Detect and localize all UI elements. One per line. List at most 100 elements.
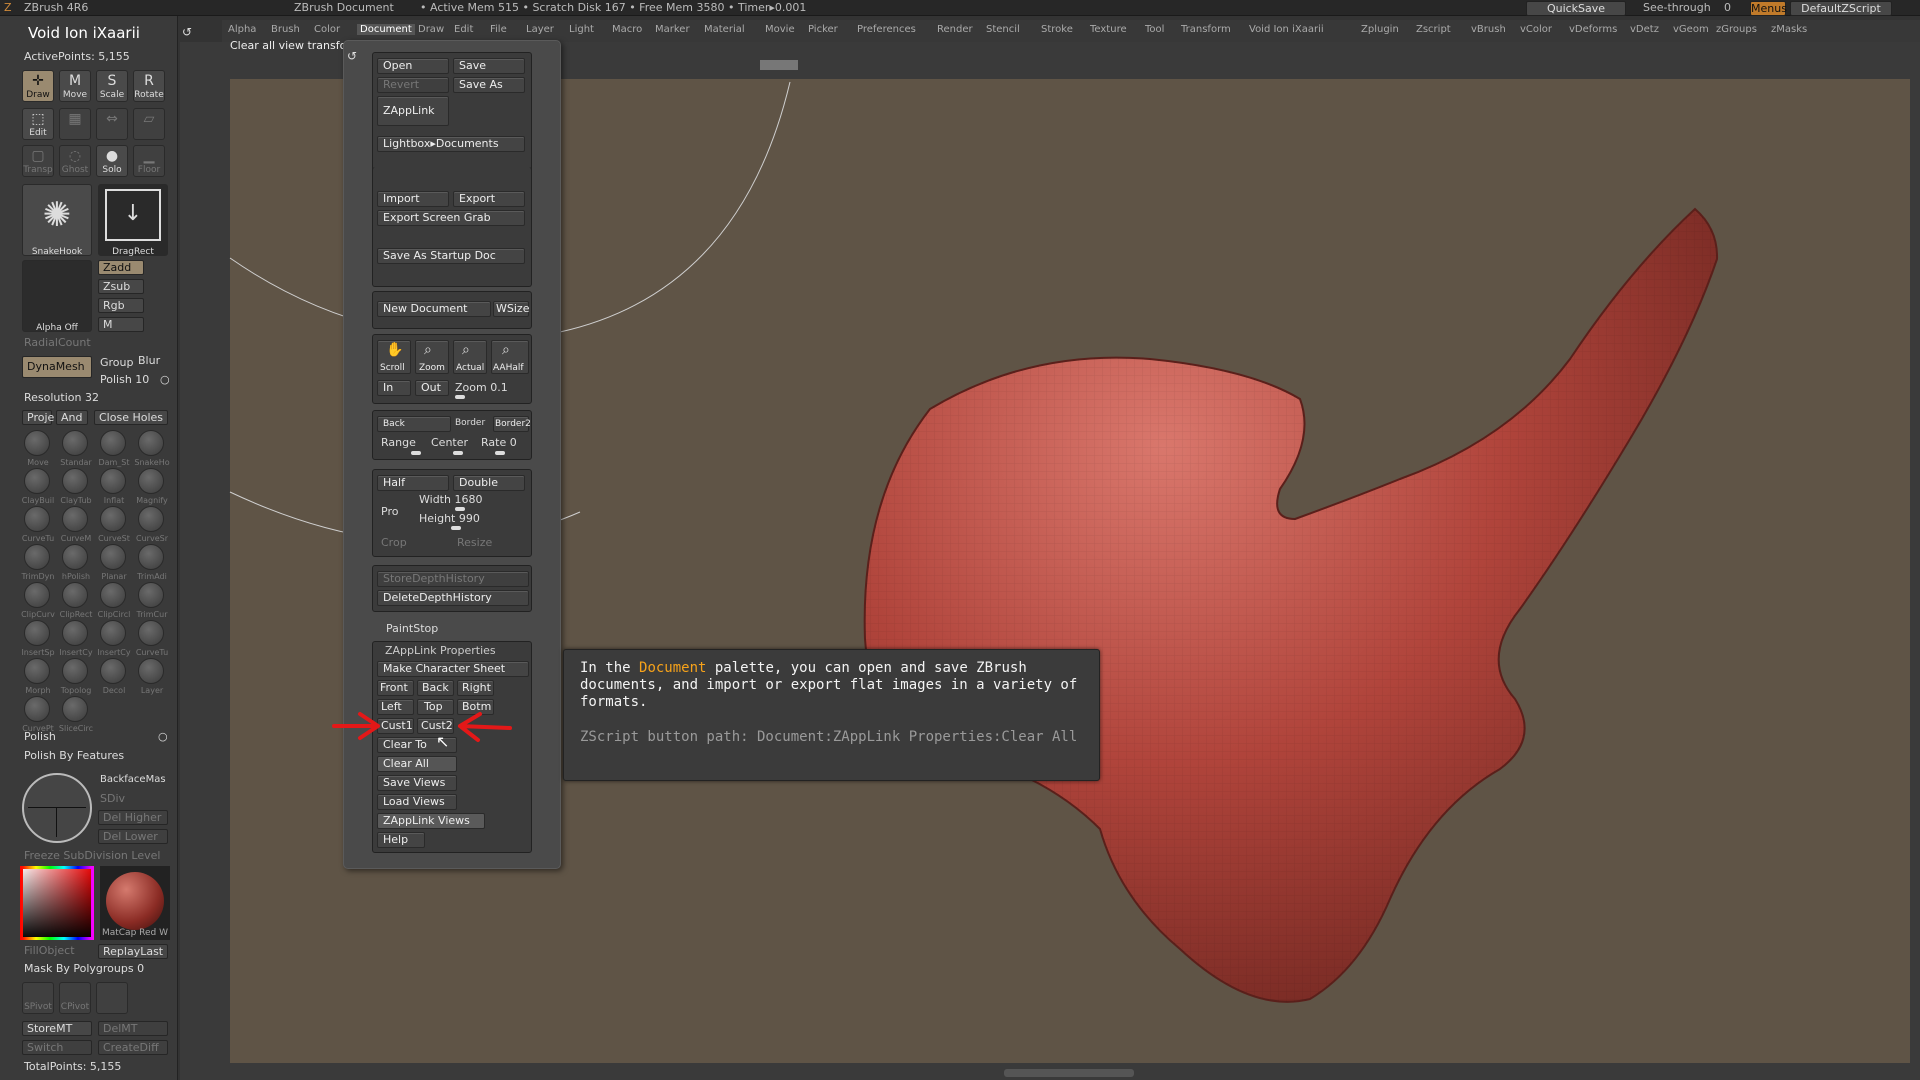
menu-marker[interactable]: Marker: [655, 24, 690, 35]
aahalf-button[interactable]: ⌕ AAHalf: [491, 340, 529, 374]
zoom-slider-knob[interactable]: [455, 395, 465, 399]
and-button[interactable]: And: [56, 410, 88, 425]
width-knob[interactable]: [455, 507, 465, 511]
alpha-thumbnail[interactable]: Alpha Off: [22, 260, 92, 333]
zoom-button[interactable]: ⌕ Zoom: [415, 340, 449, 374]
menu-color[interactable]: Color: [314, 24, 340, 35]
brush-curvest[interactable]: CurveSt: [98, 506, 130, 543]
front-view-button[interactable]: Front: [377, 680, 414, 696]
menu-light[interactable]: Light: [569, 24, 594, 35]
rgb-button[interactable]: Rgb: [98, 298, 144, 313]
menu-layer[interactable]: Layer: [526, 24, 554, 35]
export-button[interactable]: Export: [453, 191, 525, 207]
back-color-button[interactable]: Back: [377, 416, 451, 432]
brush-slicecirc[interactable]: SliceCirc: [59, 696, 93, 733]
polish-circle-icon[interactable]: ○: [160, 373, 170, 386]
del-lower-button[interactable]: Del Lower: [98, 829, 168, 844]
brush-claytub[interactable]: ClayTub: [60, 468, 92, 505]
solo-button[interactable]: ● Solo: [96, 145, 128, 177]
rate-slider[interactable]: Rate 0: [481, 436, 517, 449]
bottom-tray-handle[interactable]: [1004, 1069, 1134, 1077]
menu-zmasks[interactable]: zMasks: [1771, 24, 1807, 35]
actual-button[interactable]: ⌕ Actual: [453, 340, 487, 374]
brush-curvept[interactable]: CurvePt: [22, 696, 54, 733]
edit-button[interactable]: ⬚ Edit: [22, 108, 54, 140]
project-button[interactable]: Proje: [22, 410, 54, 425]
pro-toggle[interactable]: Pro: [381, 505, 398, 518]
persp-button[interactable]: ▱: [133, 108, 165, 140]
rate-knob[interactable]: [495, 451, 505, 455]
rotate-button[interactable]: R Rotate: [133, 70, 165, 102]
zadd-button[interactable]: Zadd: [98, 260, 144, 275]
brush-magnify[interactable]: Magnify: [136, 468, 168, 505]
menu-document[interactable]: Document: [357, 24, 415, 35]
polish-by-features-toggle[interactable]: Polish By Features: [24, 749, 124, 762]
brush-trimadi[interactable]: TrimAdi: [137, 544, 167, 581]
brush-hpolish[interactable]: hPolish: [62, 544, 90, 581]
menu-edit[interactable]: Edit: [454, 24, 473, 35]
width-slider[interactable]: Width 1680: [419, 493, 482, 506]
zoom-slider[interactable]: Zoom 0.1: [455, 381, 508, 394]
del-higher-button[interactable]: Del Higher: [98, 810, 168, 825]
load-views-button[interactable]: Load Views: [377, 794, 457, 810]
center-slider[interactable]: Center: [431, 436, 468, 449]
draw-button[interactable]: ✛ Draw: [22, 70, 54, 102]
zoom-in-button[interactable]: In: [377, 380, 411, 396]
store-mt-button[interactable]: StoreMT: [22, 1021, 92, 1036]
brush-cliprect[interactable]: ClipRect: [60, 582, 92, 619]
brush-clipcurv[interactable]: ClipCurv: [21, 582, 55, 619]
palette-refresh-icon[interactable]: ↺: [347, 49, 357, 63]
store-depth-history-button[interactable]: StoreDepthHistory: [377, 571, 529, 587]
menu-zgroups[interactable]: zGroups: [1716, 24, 1757, 35]
zsub-button[interactable]: Zsub: [98, 279, 144, 294]
make-character-sheet-button[interactable]: Make Character Sheet: [377, 661, 529, 677]
open-button[interactable]: Open: [377, 58, 449, 74]
menu-stroke[interactable]: Stroke: [1041, 24, 1073, 35]
dynamesh-button[interactable]: DynaMesh: [22, 356, 92, 378]
brush-planar[interactable]: Planar: [100, 544, 127, 581]
save-button[interactable]: Save: [453, 58, 525, 74]
stroke-thumbnail-dragrect[interactable]: ↓ DragRect: [98, 184, 168, 257]
pivot-extra-button[interactable]: [96, 982, 128, 1014]
radialcount-label[interactable]: RadialCount: [24, 336, 91, 349]
sdiv-slider[interactable]: SDiv: [100, 792, 125, 805]
menu-void-ion-ixaarii[interactable]: Void Ion iXaarii: [1249, 24, 1324, 35]
backface-mask-label[interactable]: BackfaceMas: [100, 774, 166, 785]
height-knob[interactable]: [451, 526, 461, 530]
menu-vdetz[interactable]: vDetz: [1630, 24, 1659, 35]
border-button[interactable]: Border: [455, 418, 485, 428]
lightbox-documents-button[interactable]: Lightbox▸Documents: [377, 136, 525, 152]
transp-button[interactable]: ▢ Transp: [22, 145, 54, 177]
center-knob[interactable]: [453, 451, 463, 455]
m-button[interactable]: M: [98, 317, 144, 332]
menu-picker[interactable]: Picker: [808, 24, 838, 35]
brush-claybuil[interactable]: ClayBuil: [22, 468, 54, 505]
brush-clipcircl[interactable]: ClipCircl: [98, 582, 130, 619]
border2-button[interactable]: Border2: [493, 416, 531, 432]
half-button[interactable]: Half: [377, 475, 449, 491]
zapplink-properties-title[interactable]: ZAppLink Properties: [385, 644, 496, 657]
brush-dam-st[interactable]: Dam_St: [98, 430, 130, 467]
brush-move[interactable]: Move: [24, 430, 50, 467]
lsym-button[interactable]: ⇔: [96, 108, 128, 140]
zapplink-views-button[interactable]: ZAppLink Views: [377, 813, 485, 829]
range-knob[interactable]: [411, 451, 421, 455]
menu-vbrush[interactable]: vBrush: [1471, 24, 1506, 35]
quicksave-button[interactable]: QuickSave: [1526, 1, 1626, 16]
floor-button[interactable]: ▁ Floor: [133, 145, 165, 177]
menu-material[interactable]: Material: [704, 24, 745, 35]
cpivot-button[interactable]: CPivot: [59, 982, 91, 1014]
top-shelf-handle[interactable]: [760, 60, 798, 70]
default-zscript-button[interactable]: DefaultZScript: [1790, 1, 1892, 16]
switch-button[interactable]: Switch: [22, 1040, 92, 1055]
menu-movie[interactable]: Movie: [765, 24, 795, 35]
brush-curvetu[interactable]: CurveTu: [22, 506, 54, 543]
clear-all-button[interactable]: Clear All: [377, 756, 457, 772]
menu-alpha[interactable]: Alpha: [228, 24, 256, 35]
new-document-button[interactable]: New Document: [377, 301, 491, 317]
import-button[interactable]: Import: [377, 191, 449, 207]
brush-inflat[interactable]: Inflat: [100, 468, 126, 505]
resolution-slider[interactable]: Resolution 32: [24, 391, 99, 404]
brush-trimdyn[interactable]: TrimDyn: [22, 544, 54, 581]
menu-stencil[interactable]: Stencil: [986, 24, 1020, 35]
